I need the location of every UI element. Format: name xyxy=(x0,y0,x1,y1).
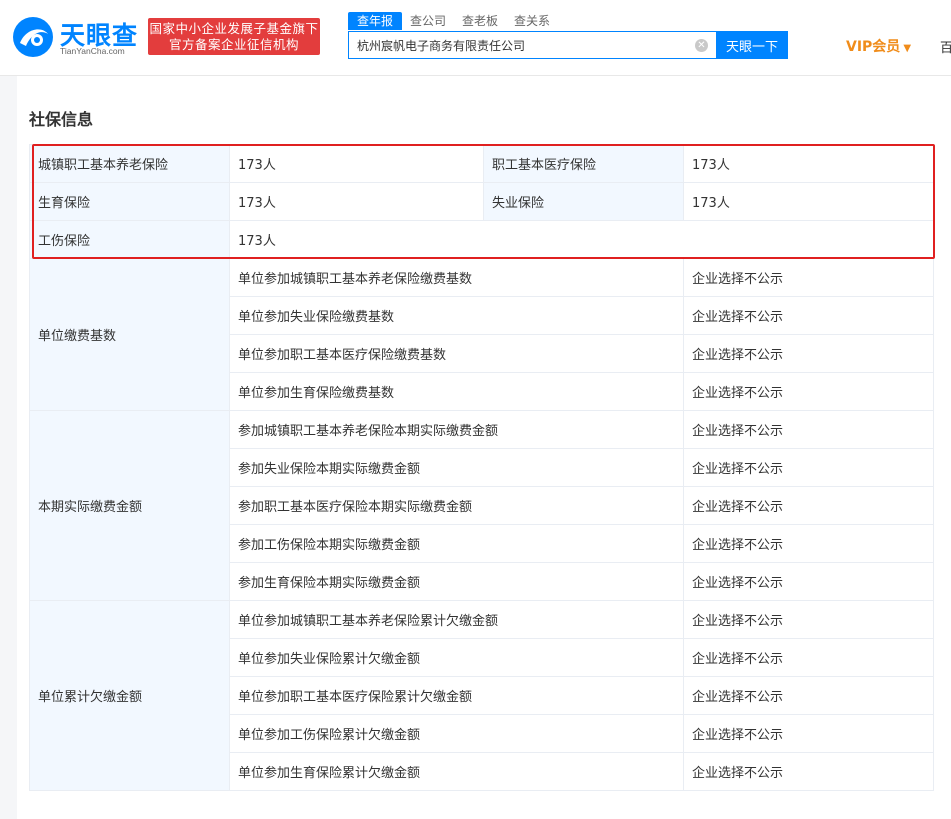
table-row: 生育保险 173人 失业保险 173人 xyxy=(29,182,934,221)
row-value: 企业选择不公示 xyxy=(683,410,934,449)
row-value: 企业选择不公示 xyxy=(683,752,934,791)
row-item: 单位参加失业保险缴费基数 xyxy=(229,296,684,335)
header-nav-cut-text[interactable]: 百 xyxy=(940,37,951,56)
row-value: 企业选择不公示 xyxy=(683,372,934,411)
table-row: 单位累计欠缴金额 单位参加城镇职工基本养老保险累计欠缴金额 企业选择不公示 xyxy=(29,600,934,791)
table-row: 单位缴费基数 单位参加城镇职工基本养老保险缴费基数 企业选择不公示 xyxy=(29,258,934,411)
row-item: 单位参加生育保险累计欠缴金额 xyxy=(229,752,684,791)
section-title: 社保信息 xyxy=(29,110,94,129)
row-label: 职工基本医疗保险 xyxy=(483,144,684,183)
row-item: 参加生育保险本期实际缴费金额 xyxy=(229,562,684,601)
row-value: 173人 xyxy=(229,144,484,183)
row-item: 参加城镇职工基本养老保险本期实际缴费金额 xyxy=(229,410,684,449)
row-value: 173人 xyxy=(229,220,934,259)
table-row: 本期实际缴费金额 参加城镇职工基本养老保险本期实际缴费金额 企业选择不公示 xyxy=(29,410,934,601)
logo-subtext: TianYanCha.com xyxy=(60,46,125,56)
row-value: 173人 xyxy=(683,144,934,183)
clear-icon[interactable]: ✕ xyxy=(695,39,708,52)
row-value: 企业选择不公示 xyxy=(683,334,934,373)
row-item: 参加工伤保险本期实际缴费金额 xyxy=(229,524,684,563)
row-value: 企业选择不公示 xyxy=(683,714,934,753)
row-item: 单位参加工伤保险累计欠缴金额 xyxy=(229,714,684,753)
search-input[interactable] xyxy=(349,32,689,58)
caret-down-icon: ▼ xyxy=(903,43,912,54)
row-item: 单位参加职工基本医疗保险累计欠缴金额 xyxy=(229,676,684,715)
row-value: 企业选择不公示 xyxy=(683,676,934,715)
row-value: 企业选择不公示 xyxy=(683,562,934,601)
row-item: 单位参加职工基本医疗保险缴费基数 xyxy=(229,334,684,373)
vip-label: VIP会员 xyxy=(846,39,901,55)
row-value: 企业选择不公示 xyxy=(683,448,934,487)
tab-boss[interactable]: 查老板 xyxy=(454,12,506,30)
search-box: ✕ xyxy=(348,31,716,59)
social-insurance-card: 社保信息 城镇职工基本养老保险 173人 职工基本医疗保险 173人 生育保险 … xyxy=(17,76,951,819)
search-tabs: 查年报 查公司 查老板 查关系 xyxy=(348,12,558,30)
row-item: 参加职工基本医疗保险本期实际缴费金额 xyxy=(229,486,684,525)
badge-line-1: 国家中小企业发展子基金旗下 xyxy=(149,20,319,36)
vip-member-menu[interactable]: VIP会员 ▼ xyxy=(846,36,911,56)
row-item: 单位参加城镇职工基本养老保险累计欠缴金额 xyxy=(229,600,684,639)
badge-line-2: 官方备案企业征信机构 xyxy=(168,36,299,52)
row-value: 企业选择不公示 xyxy=(683,638,934,677)
row-label: 失业保险 xyxy=(483,182,684,221)
row-item: 参加失业保险本期实际缴费金额 xyxy=(229,448,684,487)
row-item: 单位参加失业保险累计欠缴金额 xyxy=(229,638,684,677)
table-row: 工伤保险 173人 xyxy=(29,220,934,259)
row-value: 173人 xyxy=(229,182,484,221)
row-label: 生育保险 xyxy=(29,182,230,221)
row-value: 企业选择不公示 xyxy=(683,258,934,297)
row-value: 企业选择不公示 xyxy=(683,524,934,563)
row-value: 企业选择不公示 xyxy=(683,296,934,335)
top-header: 天眼查 TianYanCha.com 国家中小企业发展子基金旗下 官方备案企业征… xyxy=(0,0,951,76)
official-badge: 国家中小企业发展子基金旗下 官方备案企业征信机构 xyxy=(148,18,320,55)
search-button[interactable]: 天眼一下 xyxy=(716,31,788,59)
row-value: 173人 xyxy=(683,182,934,221)
group-label: 本期实际缴费金额 xyxy=(29,410,230,601)
social-insurance-table: 城镇职工基本养老保险 173人 职工基本医疗保险 173人 生育保险 173人 … xyxy=(29,144,934,791)
eye-logo-icon xyxy=(13,17,53,57)
group-label: 单位缴费基数 xyxy=(29,258,230,411)
row-label: 工伤保险 xyxy=(29,220,230,259)
site-logo[interactable]: 天眼查 TianYanCha.com xyxy=(12,14,140,58)
row-value: 企业选择不公示 xyxy=(683,486,934,525)
row-label: 城镇职工基本养老保险 xyxy=(29,144,230,183)
row-value: 企业选择不公示 xyxy=(683,600,934,639)
tab-relation[interactable]: 查关系 xyxy=(506,12,558,30)
row-item: 单位参加生育保险缴费基数 xyxy=(229,372,684,411)
row-item: 单位参加城镇职工基本养老保险缴费基数 xyxy=(229,258,684,297)
group-label: 单位累计欠缴金额 xyxy=(29,600,230,791)
tab-annual-report[interactable]: 查年报 xyxy=(348,12,403,30)
table-row: 城镇职工基本养老保险 173人 职工基本医疗保险 173人 xyxy=(29,144,934,183)
tab-company[interactable]: 查公司 xyxy=(402,12,454,30)
